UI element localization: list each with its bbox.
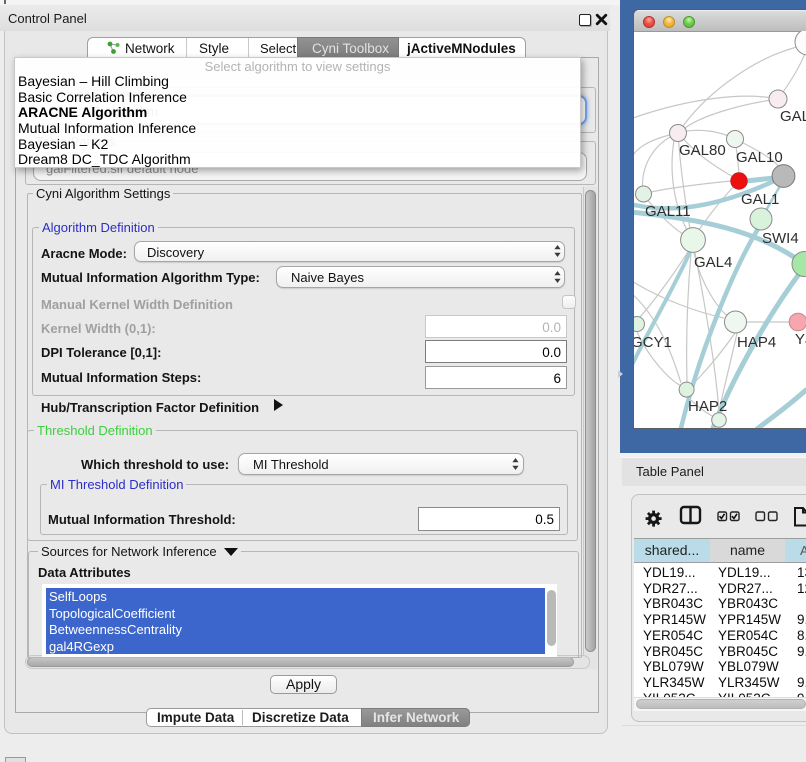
svg-text:SWI4: SWI4 — [762, 230, 799, 247]
svg-text:HAP2: HAP2 — [688, 398, 727, 415]
svg-text:GAL4: GAL4 — [694, 254, 732, 271]
svg-text:GCY1: GCY1 — [634, 334, 672, 351]
svg-text:GAL1: GAL1 — [741, 191, 779, 208]
svg-text:GAL7: GAL7 — [780, 108, 806, 125]
svg-text:HAP4: HAP4 — [737, 334, 776, 351]
svg-text:GAL80: GAL80 — [679, 142, 726, 159]
svg-text:YJ: YJ — [795, 331, 806, 348]
svg-text:GAL11: GAL11 — [645, 203, 691, 220]
svg-text:GAL10: GAL10 — [736, 149, 783, 166]
